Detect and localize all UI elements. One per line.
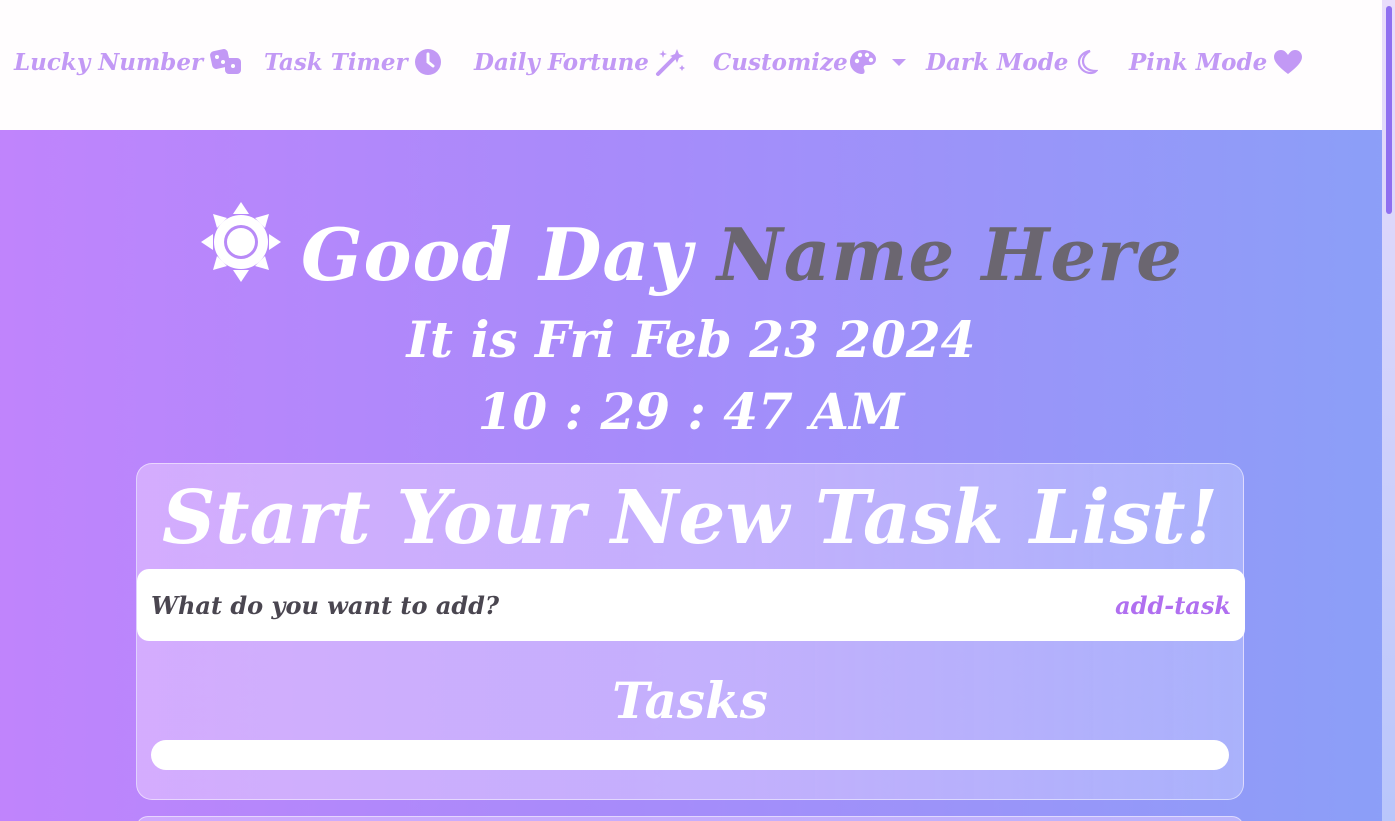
- heart-icon: [1273, 49, 1303, 75]
- chevron-down-icon: [891, 58, 906, 66]
- add-task-button[interactable]: add-task: [1115, 591, 1231, 620]
- current-time: 10 : 29 : 47 AM: [477, 382, 905, 441]
- nav-item-label: Customize: [713, 48, 848, 76]
- current-date: It is Fri Feb 23 2024: [406, 310, 976, 369]
- task-input[interactable]: [151, 590, 951, 620]
- tasks-heading: Tasks: [612, 671, 768, 730]
- nav-item-label: Dark Mode: [926, 48, 1069, 76]
- greeting-text: Good Day: [301, 211, 693, 297]
- nav-item-lucky-number[interactable]: Lucky Number: [14, 44, 243, 80]
- top-navbar: Lucky Number Task Timer Daily Fortune Cu…: [0, 0, 1382, 130]
- nav-item-pink-mode[interactable]: Pink Mode: [1129, 44, 1303, 80]
- nav-item-daily-fortune[interactable]: Daily Fortune: [474, 44, 687, 80]
- nav-item-customize-dropdown[interactable]: Customize: [713, 44, 906, 80]
- add-task-form: add-task: [137, 569, 1245, 641]
- secondary-card: [136, 816, 1244, 821]
- vertical-scrollbar[interactable]: [1382, 0, 1395, 821]
- nav-item-dark-mode[interactable]: Dark Mode: [926, 44, 1099, 80]
- palette-icon: [848, 48, 878, 76]
- clock-icon: [414, 48, 442, 76]
- scrollbar-thumb[interactable]: [1386, 6, 1392, 214]
- task-list: [151, 740, 1229, 770]
- moon-icon: [1074, 48, 1099, 76]
- user-name: Name Here: [716, 211, 1183, 297]
- nav-item-task-timer[interactable]: Task Timer: [264, 44, 442, 80]
- nav-item-label: Daily Fortune: [474, 48, 649, 76]
- nav-item-label: Lucky Number: [14, 48, 204, 76]
- greeting-heading: Good Day Name Here: [0, 200, 1382, 309]
- nav-item-label: Pink Mode: [1129, 48, 1268, 76]
- task-list-card: Start Your New Task List! add-task Tasks: [136, 463, 1245, 800]
- nav-item-label: Task Timer: [264, 48, 408, 76]
- dice-icon: [209, 48, 243, 76]
- sun-icon: [199, 200, 283, 309]
- magic-wand-icon: [655, 47, 687, 77]
- task-card-title: Start Your New Task List!: [161, 475, 1219, 561]
